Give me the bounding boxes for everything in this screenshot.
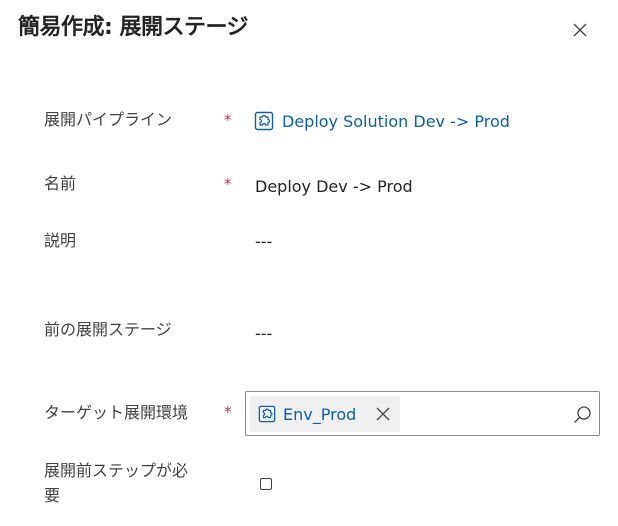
- search-icon: [574, 406, 591, 423]
- close-button[interactable]: [568, 18, 592, 42]
- predeployment-step-label-line1: 展開前ステップが必: [44, 461, 189, 480]
- lookup-search-button[interactable]: [571, 404, 593, 426]
- description-label: 説明: [44, 231, 77, 250]
- target-environment-label: ターゲット展開環境: [44, 403, 189, 422]
- previous-stage-value[interactable]: ---: [255, 323, 272, 345]
- dialog-title: 簡易作成: 展開ステージ: [18, 15, 249, 40]
- remove-tag-button[interactable]: [374, 405, 392, 423]
- description-value[interactable]: ---: [255, 231, 272, 253]
- close-icon: [376, 407, 390, 421]
- target-environment-lookup[interactable]: Env_Prod: [245, 391, 600, 436]
- close-icon: [573, 23, 587, 37]
- predeployment-step-checkbox[interactable]: [260, 478, 272, 490]
- pipeline-label: 展開パイプライン: [44, 110, 173, 129]
- previous-stage-label: 前の展開ステージ: [44, 320, 172, 339]
- required-indicator: *: [224, 403, 232, 421]
- predeployment-step-label-line2: 要: [44, 486, 61, 505]
- name-value[interactable]: Deploy Dev -> Prod: [255, 176, 413, 198]
- pipeline-link[interactable]: Deploy Solution Dev -> Prod: [254, 111, 510, 131]
- selected-environment-label[interactable]: Env_Prod: [283, 405, 356, 424]
- pipeline-link-text: Deploy Solution Dev -> Prod: [282, 111, 510, 131]
- entity-puzzle-icon: [254, 111, 274, 131]
- selected-environment-tag[interactable]: Env_Prod: [250, 396, 400, 432]
- required-indicator: *: [224, 111, 232, 129]
- name-label: 名前: [44, 174, 77, 193]
- entity-puzzle-icon: [258, 405, 276, 423]
- required-indicator: *: [224, 175, 232, 193]
